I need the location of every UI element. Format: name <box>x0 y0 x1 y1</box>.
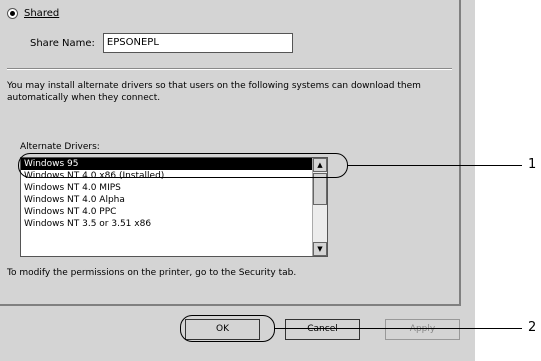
apply-button[interactable]: Apply <box>385 319 460 340</box>
callout-1-ellipse <box>18 153 348 178</box>
divider <box>7 68 452 70</box>
list-item[interactable]: Windows NT 4.0 PPC <box>21 206 327 218</box>
callout-2-line <box>275 328 522 329</box>
list-item[interactable]: Windows NT 4.0 Alpha <box>21 194 327 206</box>
callout-2-number: 2 <box>528 320 537 335</box>
permissions-note: To modify the permissions on the printer… <box>7 268 297 278</box>
cancel-button[interactable]: Cancel <box>285 319 360 340</box>
list-item[interactable]: Windows NT 3.5 or 3.51 x86 <box>21 218 327 230</box>
shared-radio-option[interactable]: Shared <box>7 6 59 20</box>
share-name-label: Share Name: <box>30 37 95 49</box>
callout-2-ellipse <box>180 315 275 342</box>
share-name-row: Share Name: EPSONEPL <box>30 33 293 53</box>
alternate-drivers-label: Alternate Drivers: <box>20 142 100 152</box>
alternate-drivers-info: You may install alternate drivers so tha… <box>7 81 421 103</box>
scroll-down-icon[interactable]: ▼ <box>313 242 327 256</box>
printer-sharing-dialog: Shared Share Name: EPSONEPL You may inst… <box>0 0 475 361</box>
shared-label: Shared <box>24 7 60 19</box>
list-item[interactable]: Windows NT 4.0 MIPS <box>21 182 327 194</box>
callout-1-line <box>347 165 522 166</box>
callout-1-number: 1 <box>528 157 537 172</box>
shared-radio[interactable] <box>7 7 18 19</box>
share-name-input[interactable]: EPSONEPL <box>102 33 293 53</box>
